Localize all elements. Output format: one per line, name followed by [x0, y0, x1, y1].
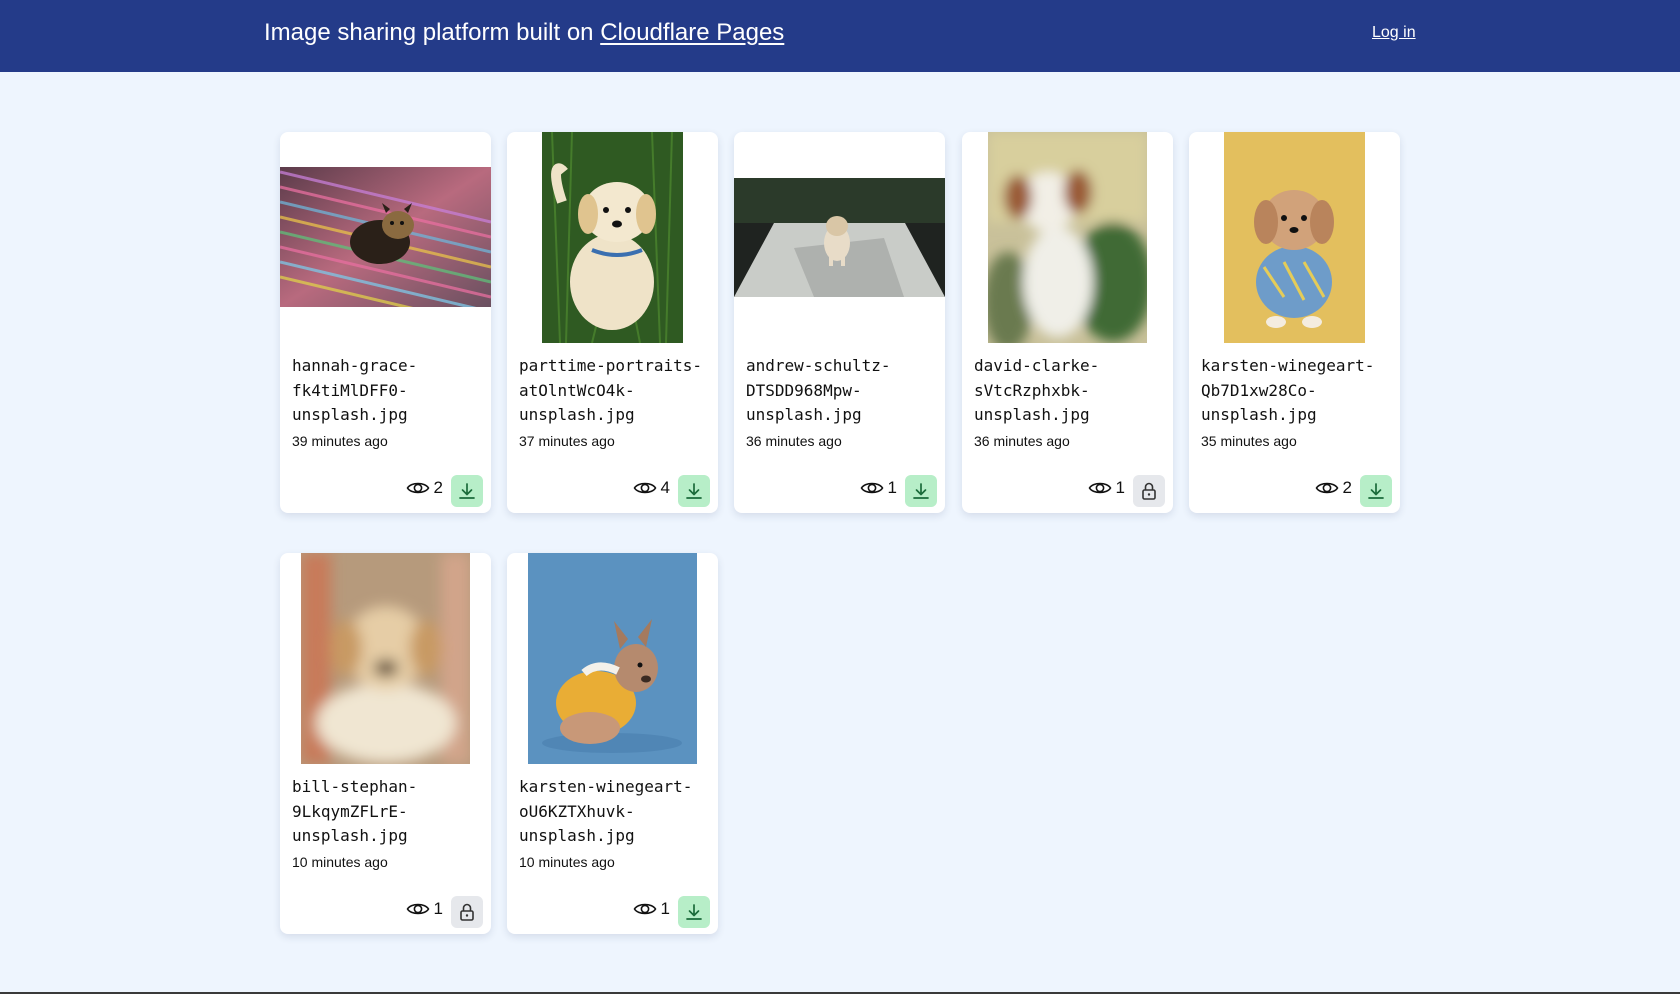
download-icon	[686, 904, 702, 920]
lock-icon	[1142, 482, 1156, 500]
download-icon	[686, 483, 702, 499]
image-thumbnail[interactable]	[962, 132, 1173, 343]
view-count-value: 1	[887, 478, 897, 497]
lock-icon	[460, 903, 474, 921]
image-filename: hannah-grace- fk4tiMlDFF0- unsplash.jpg	[292, 356, 418, 424]
page-title: Image sharing platform built on Cloudfla…	[264, 18, 784, 48]
eye-icon	[633, 482, 656, 494]
top-header: Image sharing platform built on Cloudfla…	[0, 0, 1680, 72]
locked-button[interactable]	[451, 896, 483, 928]
upload-time: 37 minutes ago	[519, 433, 615, 449]
view-count: 2	[406, 477, 443, 499]
download-button[interactable]	[451, 475, 483, 507]
image-filename: andrew-schultz- DTSDD968Mpw- unsplash.jp…	[746, 356, 891, 424]
image-thumbnail[interactable]	[280, 132, 491, 343]
view-count-value: 2	[1342, 478, 1352, 497]
upload-time: 10 minutes ago	[519, 854, 615, 870]
image-thumbnail[interactable]	[507, 553, 718, 764]
view-count: 2	[1315, 477, 1352, 499]
image-filename: parttime-portraits- atOlntWcO4k- unsplas…	[519, 356, 703, 424]
image-thumbnail[interactable]	[734, 132, 945, 343]
upload-time: 36 minutes ago	[974, 433, 1070, 449]
download-button[interactable]	[905, 475, 937, 507]
page-title-prefix: Image sharing platform built on	[264, 19, 601, 46]
view-count: 1	[860, 477, 897, 499]
upload-time: 36 minutes ago	[746, 433, 842, 449]
photo-puppy-on-path	[734, 178, 945, 297]
eye-icon	[1315, 482, 1338, 494]
view-count-value: 4	[660, 478, 670, 497]
eye-icon	[406, 482, 429, 494]
upload-time: 39 minutes ago	[292, 433, 388, 449]
image-card: karsten-winegeart- oU6KZTXhuvk- unsplash…	[507, 553, 718, 934]
image-card: parttime-portraits- atOlntWcO4k- unsplas…	[507, 132, 718, 513]
view-count: 1	[1088, 477, 1125, 499]
view-count: 4	[633, 477, 670, 499]
upload-time: 10 minutes ago	[292, 854, 388, 870]
download-button[interactable]	[1360, 475, 1392, 507]
view-count-value: 1	[1115, 478, 1125, 497]
image-card: hannah-grace- fk4tiMlDFF0- unsplash.jpg …	[280, 132, 491, 513]
image-thumbnail[interactable]	[507, 132, 718, 343]
view-count-value: 1	[660, 899, 670, 918]
image-card: bill-stephan- 9LkqymZFLrE- unsplash.jpg …	[280, 553, 491, 934]
photo-blurred-terrier	[988, 132, 1147, 343]
download-button[interactable]	[678, 896, 710, 928]
upload-time: 35 minutes ago	[1201, 433, 1297, 449]
download-icon	[913, 483, 929, 499]
photo-dog-in-sweater	[1224, 132, 1365, 343]
download-icon	[459, 483, 475, 499]
eye-icon	[860, 482, 883, 494]
locked-button[interactable]	[1133, 475, 1165, 507]
image-filename: david-clarke- sVtcRzphxbk- unsplash.jpg	[974, 356, 1100, 424]
image-filename: karsten-winegeart- Qb7D1xw28Co- unsplash…	[1201, 356, 1375, 424]
download-icon	[1368, 483, 1384, 499]
login-link[interactable]: Log in	[1372, 22, 1416, 44]
eye-icon	[406, 903, 429, 915]
photo-golden-puppy	[542, 132, 683, 343]
image-filename: karsten-winegeart- oU6KZTXhuvk- unsplash…	[519, 777, 693, 845]
image-thumbnail[interactable]	[280, 553, 491, 764]
view-count: 1	[633, 898, 670, 920]
photo-blurred-golden-puppy	[301, 553, 470, 764]
eye-icon	[1088, 482, 1111, 494]
view-count-value: 1	[433, 899, 443, 918]
eye-icon	[633, 903, 656, 915]
cloudflare-pages-link[interactable]: Cloudflare Pages	[600, 19, 784, 46]
view-count: 1	[406, 898, 443, 920]
image-card: andrew-schultz- DTSDD968Mpw- unsplash.jp…	[734, 132, 945, 513]
photo-french-bulldog	[528, 553, 697, 764]
download-button[interactable]	[678, 475, 710, 507]
view-count-value: 2	[433, 478, 443, 497]
image-card: karsten-winegeart- Qb7D1xw28Co- unsplash…	[1189, 132, 1400, 513]
image-card: david-clarke- sVtcRzphxbk- unsplash.jpg …	[962, 132, 1173, 513]
photo-yorkshire-puppy	[280, 167, 491, 307]
image-thumbnail[interactable]	[1189, 132, 1400, 343]
image-filename: bill-stephan- 9LkqymZFLrE- unsplash.jpg	[292, 777, 418, 845]
